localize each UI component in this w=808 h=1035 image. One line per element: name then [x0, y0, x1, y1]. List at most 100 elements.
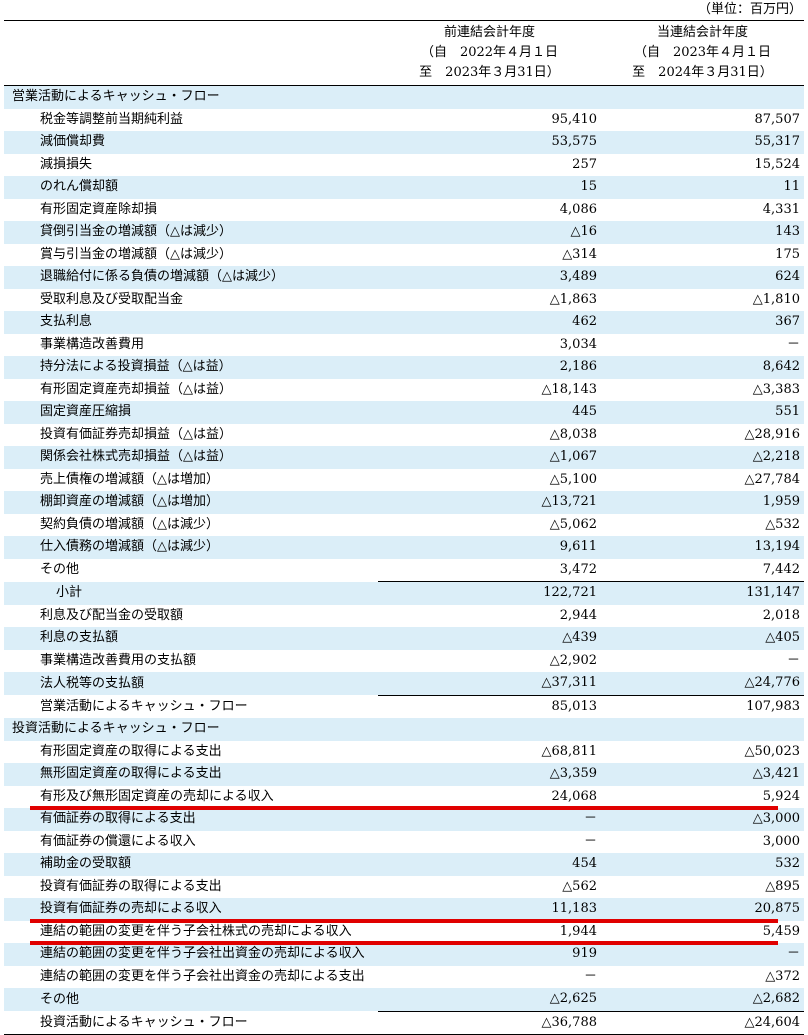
prev-value: 454: [378, 853, 601, 876]
prev-value: △1,067: [378, 446, 601, 469]
header-cur-from: （自 2023年４月１日: [633, 45, 772, 60]
table-row: その他 3,472 7,442: [4, 559, 804, 582]
cur-value: △3,000: [601, 808, 804, 831]
section-header-row: 投資活動によるキャッシュ・フロー: [4, 718, 804, 741]
table-row: 有形固定資産売却損益（△は益） △18,143 △3,383: [4, 379, 804, 402]
table-row: 売上債権の増減額（△は増加） △5,100 △27,784: [4, 469, 804, 492]
header-row: 前連結会計年度 （自 2022年４月１日 至 2023年３月31日） 当連結会計…: [4, 20, 804, 86]
row-label: その他: [40, 562, 80, 577]
cur-value: △1,810: [752, 291, 800, 307]
table-row: 退職給付に係る負債の増減額（△は減少） 3,489 624: [4, 266, 804, 289]
cur-value: 87,507: [754, 111, 801, 127]
row-label: のれん償却額: [4, 176, 378, 199]
cur-value: △3,383: [752, 381, 800, 397]
cur-value: 20,875: [601, 898, 804, 921]
prev-value: △18,143: [541, 381, 598, 397]
row-label: 無形固定資産の取得による支出: [4, 763, 378, 786]
cur-value: △532: [765, 516, 800, 532]
table-row: 支払利息 462 367: [4, 311, 804, 334]
cur-value: 15,524: [754, 156, 801, 172]
header-prev-to: 至 2023年３月31日）: [419, 65, 560, 80]
row-label: 関係会社株式売却損益（△は益）: [4, 446, 378, 469]
row-label: 固定資産圧縮損: [4, 401, 378, 424]
highlight-underline: [30, 918, 778, 923]
cur-value: △27,784: [744, 471, 801, 487]
cur-value: 5,459: [762, 923, 800, 939]
prev-value: 53,575: [378, 131, 601, 154]
prev-value: △2,625: [378, 988, 601, 1011]
table-row: 補助金の受取額 454 532: [4, 853, 804, 876]
table-row: 投資有価証券売却損益（△は益） △8,038 △28,916: [4, 424, 804, 447]
table-row: 連結の範囲の変更を伴う子会社出資金の売却による支出 － △372: [4, 966, 804, 989]
row-label: 支払利息: [4, 311, 378, 334]
table-row: 利息及び配当金の受取額 2,944 2,018: [4, 605, 804, 628]
cur-value: －: [601, 943, 804, 966]
table-row: 事業構造改善費用の支払額 △2,902 －: [4, 650, 804, 673]
cur-value: －: [786, 336, 800, 352]
unit-label: （単位：百万円）: [697, 2, 802, 17]
row-label: 利息の支払額: [4, 627, 378, 650]
prev-value: △8,038: [549, 426, 597, 442]
table-row: 事業構造改善費用 3,034 －: [4, 334, 804, 357]
total-row: 投資活動によるキャッシュ・フロー △36,788 △24,604: [4, 1010, 804, 1035]
row-label: 有形及び無形固定資産の売却による収入: [40, 788, 274, 804]
row-label: 売上債権の増減額（△は増加）: [40, 471, 219, 487]
cur-value: 5,924: [762, 788, 800, 804]
table-row: 有形固定資産の取得による支出 △68,811 △50,023: [4, 741, 804, 764]
prev-value: [378, 85, 601, 109]
prev-value: △439: [378, 627, 601, 650]
row-label: 減価償却費: [4, 131, 378, 154]
row-label: 事業構造改善費用: [40, 336, 145, 352]
table-row: 契約負債の増減額（△は減少） △5,062 △532: [4, 514, 804, 537]
prev-value: 2,944: [559, 607, 597, 623]
table-row: 関係会社株式売却損益（△は益） △1,067 △2,218: [4, 446, 804, 469]
cur-value: 13,194: [601, 536, 804, 559]
row-label: 営業活動によるキャッシュ・フロー: [40, 698, 248, 714]
header-prev-from: （自 2022年４月１日: [420, 45, 559, 60]
row-label: 連結の範囲の変更を伴う子会社株式の売却による収入: [40, 923, 352, 939]
table-row: 固定資産圧縮損 445 551: [4, 401, 804, 424]
table-row: 仕入債務の増減額（△は減少） 9,611 13,194: [4, 536, 804, 559]
row-label: 投資活動によるキャッシュ・フロー: [4, 718, 378, 741]
row-label: 棚卸資産の増減額（△は増加）: [4, 491, 378, 514]
prev-value: △13,721: [378, 491, 601, 514]
prev-value: △562: [562, 878, 597, 894]
total-row: 営業活動によるキャッシュ・フロー 85,013 107,983: [4, 694, 804, 718]
prev-value: －: [583, 968, 597, 984]
prev-value: △3,359: [378, 763, 601, 786]
prev-value: △314: [562, 246, 597, 262]
cur-value: 131,147: [601, 581, 804, 605]
row-label: 貸倒引当金の増減額（△は減少）: [4, 221, 378, 244]
prev-value: 3,472: [559, 561, 597, 577]
prev-value: [378, 718, 601, 741]
prev-value: 122,721: [378, 581, 601, 605]
prev-value: △5,062: [549, 516, 597, 532]
table-row: 貸倒引当金の増減額（△は減少） △16 143: [4, 221, 804, 244]
prev-value: △16: [378, 221, 601, 244]
row-label: 有形固定資産の取得による支出: [40, 743, 222, 759]
highlight-underline: [30, 941, 778, 945]
table-row: 減価償却費 53,575 55,317: [4, 131, 804, 154]
row-label: 受取利息及び受取配当金: [40, 291, 184, 307]
row-label: 減損損失: [40, 156, 93, 172]
cur-value: △895: [765, 878, 800, 894]
prev-value: △37,311: [378, 672, 601, 695]
table-row: 利息の支払額 △439 △405: [4, 627, 804, 650]
table-row: 投資有価証券の売却による収入 11,183 20,875: [4, 898, 804, 921]
prev-value: 95,410: [551, 111, 598, 127]
prev-value: 257: [572, 156, 597, 172]
prev-value: 11,183: [378, 898, 601, 921]
cur-value: 4,331: [762, 201, 800, 217]
highlight-underline: [30, 806, 778, 810]
table-row: 減損損失 257 15,524: [4, 154, 804, 177]
cur-value: △24,776: [601, 672, 804, 695]
row-label: 契約負債の増減額（△は減少）: [40, 516, 219, 532]
table-row: 無形固定資産の取得による支出 △3,359 △3,421: [4, 763, 804, 786]
header-cur-year: 当連結会計年度: [656, 25, 748, 40]
prev-value: 24,068: [551, 788, 598, 804]
cur-value: △28,916: [744, 426, 801, 442]
table-row: 連結の範囲の変更を伴う子会社出資金の売却による収入 919 －: [4, 943, 804, 966]
cur-value: 1,959: [601, 491, 804, 514]
table-row: 棚卸資産の増減額（△は増加） △13,721 1,959: [4, 491, 804, 514]
cur-value: 107,983: [601, 694, 804, 718]
